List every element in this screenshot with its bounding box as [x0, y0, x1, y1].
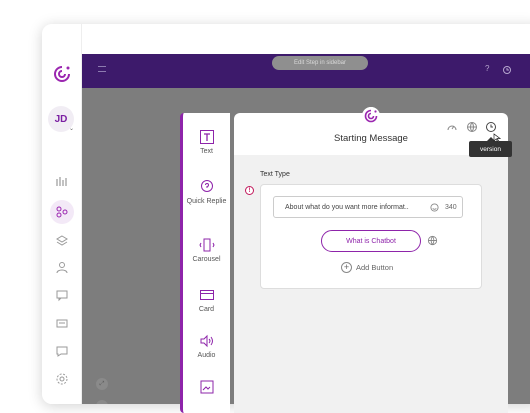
- tool-image[interactable]: [183, 379, 230, 395]
- tool-label: Quick Replie: [186, 198, 227, 205]
- menu-icon[interactable]: [98, 66, 106, 72]
- message-type-toolbox: Text Quick Replie Carousel Card Audio: [180, 113, 230, 413]
- chat-icon[interactable]: [55, 288, 69, 302]
- gear-icon[interactable]: [55, 372, 69, 386]
- message-icon[interactable]: [55, 344, 69, 358]
- tool-label: Text: [200, 148, 213, 155]
- quick-reply-icon: [200, 180, 213, 192]
- edit-panel: Starting Message Text Type About what do…: [234, 107, 508, 413]
- message-text: About what do you want more informat..: [285, 204, 409, 211]
- speaker-icon: [200, 334, 213, 348]
- edit-step-pill[interactable]: Edit Step in sidebar: [272, 56, 368, 70]
- tool-label: Carousel: [192, 256, 221, 263]
- target-icon[interactable]: ◎: [96, 400, 108, 404]
- version-history-icon[interactable]: [485, 121, 497, 133]
- globe-icon[interactable]: [427, 235, 438, 246]
- help-icon[interactable]: ?: [485, 64, 489, 73]
- panel-title: Starting Message: [334, 133, 408, 144]
- quick-reply-button[interactable]: What is Chatbot: [321, 230, 421, 252]
- tool-label: Card: [198, 306, 215, 313]
- text-icon: [199, 130, 214, 144]
- tool-text[interactable]: Text: [183, 129, 230, 156]
- text-message-card: About what do you want more informat.. 3…: [260, 184, 482, 289]
- plus-icon: +: [341, 261, 352, 273]
- chevron-down-icon[interactable]: ⌄: [69, 125, 74, 132]
- share-icon[interactable]: ⤢: [96, 378, 108, 390]
- cursor-icon: [493, 133, 501, 143]
- message-input[interactable]: About what do you want more informat.. 3…: [273, 196, 463, 218]
- history-icon[interactable]: [502, 65, 512, 75]
- add-button-label: Add Button: [356, 262, 394, 272]
- tool-card[interactable]: Card: [183, 287, 230, 314]
- tool-quick-replies[interactable]: Quick Replie: [183, 179, 230, 206]
- emoji-icon[interactable]: [430, 203, 439, 212]
- gauge-icon[interactable]: [446, 121, 458, 133]
- user-icon[interactable]: [55, 260, 69, 274]
- flow-icon[interactable]: [50, 200, 74, 224]
- tool-label: Audio: [197, 352, 216, 359]
- bot-logo-icon: [362, 107, 380, 125]
- add-button[interactable]: + Add Button: [341, 261, 393, 273]
- analytics-icon[interactable]: [55, 174, 69, 188]
- char-count: 340: [445, 204, 457, 211]
- globe-icon[interactable]: [466, 121, 478, 133]
- tool-audio[interactable]: Audio: [183, 333, 230, 360]
- carousel-icon: [198, 238, 215, 252]
- version-tooltip: version: [469, 137, 512, 157]
- warning-icon[interactable]: !: [245, 186, 254, 195]
- left-sidebar: JD ⌄: [42, 24, 82, 404]
- layers-icon[interactable]: [55, 234, 69, 248]
- image-icon: [200, 380, 213, 394]
- text-type-label: Text Type: [260, 171, 290, 178]
- panel-header: Starting Message: [234, 107, 508, 155]
- card-icon: [199, 290, 214, 300]
- app-logo[interactable]: [52, 64, 72, 84]
- tool-carousel[interactable]: Carousel: [183, 237, 230, 264]
- keyboard-icon[interactable]: [55, 316, 69, 330]
